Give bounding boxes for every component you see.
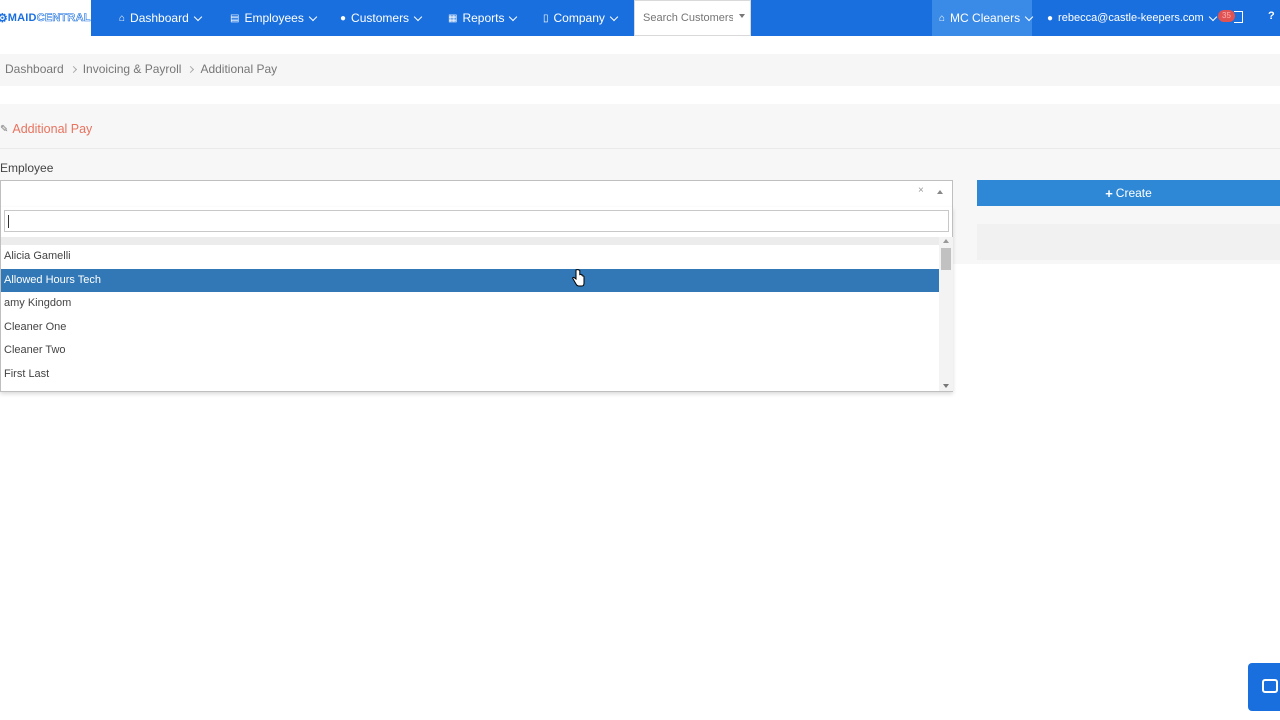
user-menu[interactable]: ● rebecca@castle-keepers.com	[1047, 0, 1217, 36]
nav-employees[interactable]: ▤ Employees	[230, 0, 318, 36]
company-selector-label: MC Cleaners	[950, 11, 1021, 25]
nav-reports[interactable]: ▦ Reports	[448, 0, 518, 36]
customer-search-input[interactable]	[641, 11, 735, 25]
page-title-text: Additional Pay	[12, 122, 93, 136]
create-button[interactable]: + Create	[977, 180, 1280, 206]
employee-label: Employee	[0, 161, 54, 175]
create-button-label: Create	[1115, 186, 1152, 200]
nav-customers[interactable]: ● Customers	[340, 0, 423, 36]
nav-dashboard[interactable]: ⌂ Dashboard	[119, 0, 203, 36]
chevron-down-icon	[308, 12, 318, 21]
hand-pointer-icon	[572, 269, 585, 287]
user-icon: ●	[340, 12, 347, 24]
chat-widget[interactable]	[1248, 663, 1280, 711]
gear-logo-icon: ⚙	[0, 11, 8, 25]
nav-company[interactable]: ▯ Company	[543, 0, 619, 36]
chevron-down-icon	[609, 12, 619, 21]
help-icon[interactable]: ?	[1268, 10, 1275, 22]
plus-icon: +	[1105, 185, 1113, 201]
bank-icon: ⌂	[939, 12, 946, 24]
dropdown-option[interactable]: Cleaner Two	[1, 339, 939, 363]
title-divider	[0, 148, 1280, 149]
chevron-down-icon	[413, 12, 423, 21]
dropdown-option[interactable]: Alicia Gamelli	[1, 245, 939, 269]
chevron-up-icon[interactable]	[937, 190, 943, 194]
chat-icon	[1262, 679, 1278, 693]
employees-icon: ▤	[230, 12, 240, 24]
scroll-up-arrow-icon[interactable]	[943, 239, 949, 243]
panel-lower-row	[977, 224, 1280, 260]
search-dropdown-caret-icon[interactable]	[739, 14, 745, 18]
scrollbar-thumb[interactable]	[941, 248, 951, 270]
chevron-down-icon	[1208, 12, 1217, 21]
dropdown-list-top	[1, 237, 939, 245]
nav-employees-label: Employees	[244, 11, 304, 25]
home-icon: ⌂	[119, 12, 126, 24]
user-email: rebecca@castle-keepers.com	[1058, 12, 1204, 24]
nav-reports-label: Reports	[462, 11, 505, 25]
notification-badge[interactable]: 35	[1218, 10, 1235, 22]
chevron-down-icon	[193, 12, 203, 21]
dropdown-search-input[interactable]	[4, 210, 949, 232]
dropdown-option-highlighted[interactable]: Allowed Hours Tech	[1, 268, 939, 292]
logout-icon[interactable]	[1234, 11, 1243, 23]
logo-word-maid: MAID	[7, 12, 37, 24]
building-icon: ▯	[543, 12, 549, 24]
breadcrumb-bar: Dashboard Invoicing & Payroll Additional…	[0, 54, 1280, 86]
chevron-right-icon	[187, 65, 195, 73]
text-cursor	[8, 215, 9, 228]
wrench-icon: ✎	[0, 123, 9, 135]
scroll-down-arrow-icon[interactable]	[943, 384, 949, 388]
nav-customers-label: Customers	[351, 11, 410, 25]
breadcrumb-dashboard[interactable]: Dashboard	[5, 62, 64, 76]
breadcrumb-invoicing-payroll[interactable]: Invoicing & Payroll	[83, 62, 182, 76]
customer-search[interactable]	[634, 0, 751, 36]
dropdown-option[interactable]: amy Kingdom	[1, 292, 939, 316]
page-title: ✎ Additional Pay	[0, 122, 92, 136]
user-icon: ●	[1047, 12, 1054, 24]
dropdown-options: Alicia Gamelli Allowed Hours Tech amy Ki…	[1, 237, 939, 387]
dropdown-option[interactable]: Cleaner One	[1, 316, 939, 340]
top-navbar: ⚙ MAID CENTRAL ⌂ Dashboard ▤ Employees ●…	[0, 0, 1280, 36]
company-selector[interactable]: ⌂ MC Cleaners	[939, 0, 1034, 36]
chevron-right-icon	[69, 65, 77, 73]
employee-select[interactable]	[0, 180, 953, 208]
dropdown-scrollbar[interactable]	[939, 237, 953, 391]
nav-company-label: Company	[553, 11, 605, 25]
dropdown-option[interactable]: First Last	[1, 363, 939, 387]
chevron-down-icon	[509, 12, 518, 21]
chevron-down-icon	[1024, 12, 1034, 21]
breadcrumb: Dashboard Invoicing & Payroll Additional…	[5, 62, 277, 76]
brand-logo[interactable]: ⚙ MAID CENTRAL	[0, 0, 91, 36]
clear-icon[interactable]: ×	[918, 185, 924, 196]
nav-dashboard-label: Dashboard	[130, 11, 189, 25]
employee-dropdown: Alicia Gamelli Allowed Hours Tech amy Ki…	[0, 207, 953, 392]
logo-word-central: CENTRAL	[36, 12, 91, 25]
breadcrumb-additional-pay: Additional Pay	[200, 62, 278, 76]
reports-icon: ▦	[448, 12, 458, 24]
